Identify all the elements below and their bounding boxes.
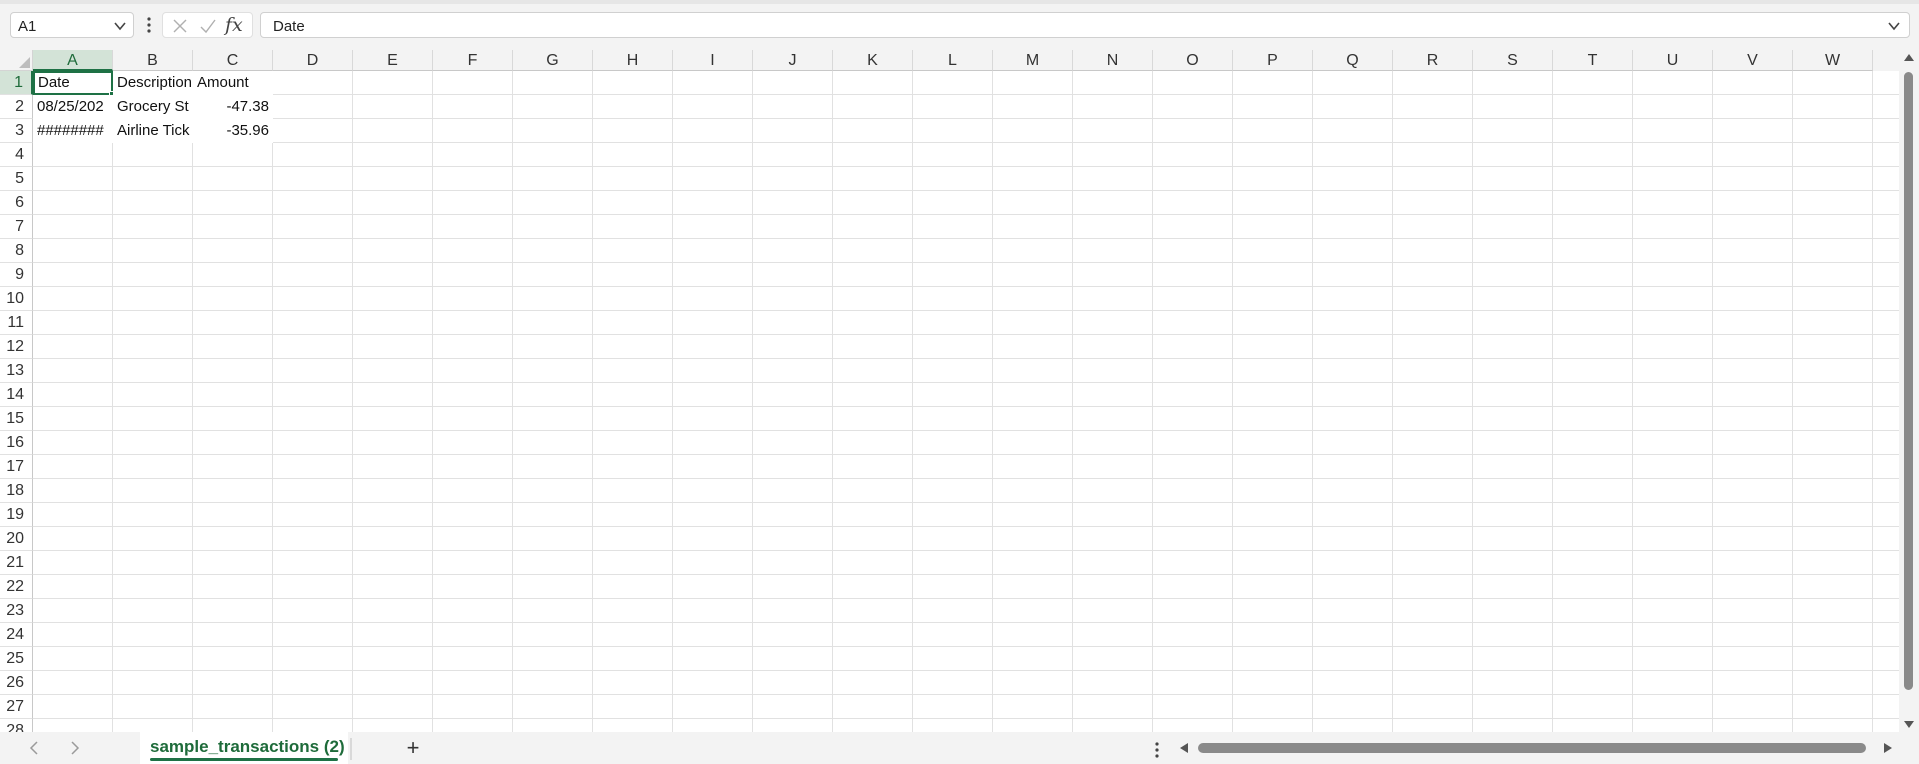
spreadsheet-grid: ABCDEFGHIJKLMNOPQRSTUVW 1 2 3 4 5 6 7 8 9 10 11 12 1… [0,50,1899,732]
row-header-28[interactable]: 28 [0,719,33,732]
column-header-n[interactable]: N [1073,50,1153,71]
row-header-1[interactable]: 1 [0,71,33,95]
horizontal-scrollbar[interactable] [1176,738,1896,758]
formula-buttons: fx [162,12,253,38]
column-header-o[interactable]: O [1153,50,1233,71]
column-header-h[interactable]: H [593,50,673,71]
cell-c3[interactable]: -35.96 [193,119,273,143]
row-header-7[interactable]: 7 [0,215,33,239]
column-header-d[interactable]: D [273,50,353,71]
column-header-s[interactable]: S [1473,50,1553,71]
select-all-button[interactable] [0,50,33,71]
cell-area[interactable]: Date Description Amount 08/25/202 Grocery St… [33,71,1899,732]
name-box-value: A1 [18,18,37,35]
row-header-4[interactable]: 4 [0,143,33,167]
row-header-2[interactable]: 2 [0,95,33,119]
vertical-dots-icon[interactable] [144,14,154,36]
add-sheet-button[interactable]: + [402,737,424,759]
row-header-15[interactable]: 15 [0,407,33,431]
row-header-6[interactable]: 6 [0,191,33,215]
column-header-k[interactable]: K [833,50,913,71]
chevron-right-icon[interactable] [66,739,84,757]
column-header-f[interactable]: F [433,50,513,71]
column-header-j[interactable]: J [753,50,833,71]
row-header-10[interactable]: 10 [0,287,33,311]
row-header-20[interactable]: 20 [0,527,33,551]
cell-a1[interactable]: Date [33,71,113,95]
row-header-17[interactable]: 17 [0,455,33,479]
sheet-tab-active[interactable]: sample_transactions (2) [140,732,348,764]
row-header-16[interactable]: 16 [0,431,33,455]
column-header-e[interactable]: E [353,50,433,71]
row-header-13[interactable]: 13 [0,359,33,383]
sheet-tab-bar: sample_transactions (2) + [0,732,1919,764]
column-header-l[interactable]: L [913,50,993,71]
horizontal-scroll-thumb[interactable] [1198,743,1866,753]
select-all-triangle-icon [19,57,30,68]
formula-input[interactable]: Date [260,12,1910,38]
cell-a2[interactable]: 08/25/202 [33,95,113,119]
row-header-24[interactable]: 24 [0,623,33,647]
column-header-a[interactable]: A [33,50,113,71]
column-header-b[interactable]: B [113,50,193,71]
cell-c2[interactable]: -47.38 [193,95,273,119]
row-header-26[interactable]: 26 [0,671,33,695]
row-header-25[interactable]: 25 [0,647,33,671]
cell-b3[interactable]: Airline Tick [113,119,193,143]
row-header-18[interactable]: 18 [0,479,33,503]
row-header-21[interactable]: 21 [0,551,33,575]
cell-c1[interactable]: Amount [193,71,273,95]
column-header-c[interactable]: C [193,50,273,71]
row-header-5[interactable]: 5 [0,167,33,191]
column-header-r[interactable]: R [1393,50,1473,71]
column-header-m[interactable]: M [993,50,1073,71]
cell-b2[interactable]: Grocery St [113,95,193,119]
column-headers: ABCDEFGHIJKLMNOPQRSTUVW [33,50,1899,71]
column-header-v[interactable]: V [1713,50,1793,71]
row-header-22[interactable]: 22 [0,575,33,599]
row-header-11[interactable]: 11 [0,311,33,335]
tab-separator [350,738,352,760]
name-box[interactable]: A1 [10,12,134,38]
scroll-right-icon[interactable] [1884,743,1892,753]
ribbon-edge [0,0,1919,4]
row-header-27[interactable]: 27 [0,695,33,719]
column-header-w[interactable]: W [1793,50,1873,71]
vertical-scroll-thumb[interactable] [1904,72,1913,690]
vertical-scrollbar[interactable] [1899,50,1919,732]
scroll-down-icon[interactable] [1904,721,1914,728]
cell-b1[interactable]: Description [113,71,193,95]
row-header-23[interactable]: 23 [0,599,33,623]
insert-function-icon[interactable]: fx [225,14,249,36]
active-tab-indicator [150,758,338,761]
check-icon[interactable] [199,17,217,35]
scroll-up-icon[interactable] [1904,54,1914,61]
row-header-9[interactable]: 9 [0,263,33,287]
column-header-i[interactable]: I [673,50,753,71]
column-header-t[interactable]: T [1553,50,1633,71]
row-header-3[interactable]: 3 [0,119,33,143]
sheet-tab-label: sample_transactions (2) [150,737,345,756]
row-header-19[interactable]: 19 [0,503,33,527]
close-icon[interactable] [171,17,189,35]
vertical-dots-icon[interactable] [1152,740,1162,760]
column-header-u[interactable]: U [1633,50,1713,71]
chevron-left-icon[interactable] [26,739,44,757]
column-header-p[interactable]: P [1233,50,1313,71]
row-header-8[interactable]: 8 [0,239,33,263]
chevron-down-icon[interactable] [113,19,127,33]
row-header-14[interactable]: 14 [0,383,33,407]
formula-bar: A1 fx Date [0,0,1919,52]
column-header-g[interactable]: G [513,50,593,71]
column-header-q[interactable]: Q [1313,50,1393,71]
row-header-12[interactable]: 12 [0,335,33,359]
chevron-down-icon[interactable] [1887,19,1901,33]
formula-value: Date [273,18,305,35]
cell-a3[interactable]: ######## [33,119,113,143]
scroll-left-icon[interactable] [1180,743,1188,753]
